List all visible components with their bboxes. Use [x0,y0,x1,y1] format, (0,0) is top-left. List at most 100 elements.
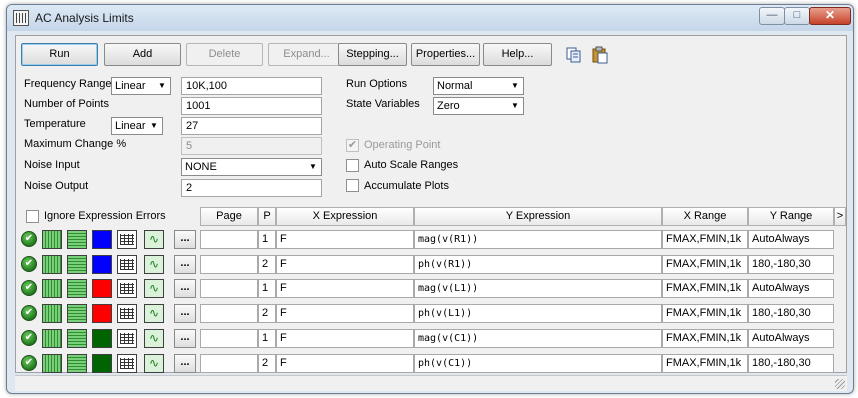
col-header-page[interactable]: Page [200,207,258,226]
plot-grid-horizontal-icon[interactable] [67,254,87,274]
maximum-change-input[interactable]: 5 [181,137,322,155]
p-cell[interactable]: 2 [258,353,276,373]
page-cell[interactable] [200,279,258,299]
page-cell[interactable] [200,254,258,274]
numeric-table-icon[interactable] [117,254,137,274]
curve-color-swatch[interactable] [92,328,112,348]
y-expression-cell[interactable]: ph(v(L1)) [414,304,662,324]
col-header-x-expression[interactable]: X Expression [276,207,414,226]
add-button[interactable]: Add [104,43,181,66]
x-range-cell[interactable]: FMAX,FMIN,1k [662,304,748,324]
close-button[interactable]: ✕ [809,7,851,25]
enabled-check-icon[interactable]: ✔ [21,280,37,297]
stepping-button[interactable]: Stepping... [338,43,407,66]
row-options-button[interactable]: ... [174,254,196,274]
noise-input-select[interactable]: NONE ▼ [181,158,322,176]
col-header-p[interactable]: P [258,207,276,226]
plot-grid-horizontal-icon[interactable] [67,230,87,249]
title-bar[interactable]: AC Analysis Limits — □ ✕ [7,5,853,31]
enabled-check-icon[interactable]: ✔ [21,354,37,371]
curve-color-swatch[interactable] [92,230,112,249]
number-of-points-input[interactable]: 1001 [181,97,322,115]
p-cell[interactable]: 2 [258,254,276,274]
paste-icon[interactable] [590,45,608,64]
properties-button[interactable]: Properties... [411,43,480,66]
x-range-cell[interactable]: FMAX,FMIN,1k [662,279,748,299]
waveform-icon[interactable]: ∿ [144,304,164,324]
y-range-cell[interactable]: 180,-180,30 [748,353,834,373]
minimize-button[interactable]: — [759,7,785,25]
y-expression-cell[interactable]: mag(v(L1)) [414,279,662,299]
plot-grid-vertical-icon[interactable] [42,279,62,299]
plot-grid-vertical-icon[interactable] [42,254,62,274]
scroll-columns-button[interactable]: > [834,207,846,226]
x-range-cell[interactable]: FMAX,FMIN,1k [662,254,748,274]
y-range-cell[interactable]: 180,-180,30 [748,254,834,274]
y-expression-cell[interactable]: mag(v(C1)) [414,328,662,348]
y-range-cell[interactable]: AutoAlways [748,279,834,299]
p-cell[interactable]: 1 [258,328,276,348]
numeric-table-icon[interactable] [117,328,137,348]
x-expression-cell[interactable]: F [276,254,414,274]
p-cell[interactable]: 2 [258,304,276,324]
numeric-table-icon[interactable] [117,230,137,249]
p-cell[interactable]: 1 [258,230,276,249]
operating-point-checkbox[interactable]: ✔ [346,139,359,152]
temperature-input[interactable]: 27 [181,117,322,135]
enabled-check-icon[interactable]: ✔ [21,255,37,272]
waveform-icon[interactable]: ∿ [144,353,164,373]
curve-color-swatch[interactable] [92,353,112,373]
numeric-table-icon[interactable] [117,279,137,299]
plot-grid-vertical-icon[interactable] [42,353,62,373]
ignore-errors-checkbox[interactable] [26,210,39,223]
x-expression-cell[interactable]: F [276,279,414,299]
plot-grid-horizontal-icon[interactable] [67,328,87,348]
waveform-icon[interactable]: ∿ [144,254,164,274]
page-cell[interactable] [200,328,258,348]
plot-grid-horizontal-icon[interactable] [67,279,87,299]
y-expression-cell[interactable]: ph(v(C1)) [414,353,662,373]
x-range-cell[interactable]: FMAX,FMIN,1k [662,353,748,373]
y-range-cell[interactable]: 180,-180,30 [748,304,834,324]
resize-grip-icon[interactable] [835,379,845,389]
row-options-button[interactable]: ... [174,230,196,249]
numeric-table-icon[interactable] [117,304,137,324]
accumulate-plots-checkbox[interactable] [346,179,359,192]
auto-scale-ranges-checkbox[interactable] [346,159,359,172]
p-cell[interactable]: 1 [258,279,276,299]
y-expression-cell[interactable]: ph(v(R1)) [414,254,662,274]
help-button[interactable]: Help... [483,43,552,66]
curve-color-swatch[interactable] [92,304,112,324]
copy-icon[interactable] [564,45,582,63]
plot-grid-horizontal-icon[interactable] [67,353,87,373]
x-expression-cell[interactable]: F [276,328,414,348]
x-range-cell[interactable]: FMAX,FMIN,1k [662,328,748,348]
x-expression-cell[interactable]: F [276,304,414,324]
waveform-icon[interactable]: ∿ [144,230,164,249]
plot-grid-vertical-icon[interactable] [42,328,62,348]
col-header-x-range[interactable]: X Range [662,207,748,226]
row-options-button[interactable]: ... [174,304,196,324]
numeric-table-icon[interactable] [117,353,137,373]
plot-grid-vertical-icon[interactable] [42,230,62,249]
frequency-range-input[interactable]: 10K,100 [181,77,322,95]
col-header-y-expression[interactable]: Y Expression [414,207,662,226]
enabled-check-icon[interactable]: ✔ [21,231,37,247]
y-expression-cell[interactable]: mag(v(R1)) [414,230,662,249]
enabled-check-icon[interactable]: ✔ [21,305,37,322]
temperature-type-select[interactable]: Linear ▼ [111,117,163,135]
expand-button[interactable]: Expand... [268,43,345,66]
noise-output-input[interactable]: 2 [181,179,322,197]
plot-grid-vertical-icon[interactable] [42,304,62,324]
delete-button[interactable]: Delete [186,43,263,66]
run-button[interactable]: Run [21,43,98,66]
row-options-button[interactable]: ... [174,328,196,348]
page-cell[interactable] [200,304,258,324]
curve-color-swatch[interactable] [92,254,112,274]
frequency-range-type-select[interactable]: Linear ▼ [111,77,171,95]
page-cell[interactable] [200,353,258,373]
curve-color-swatch[interactable] [92,279,112,299]
y-range-cell[interactable]: AutoAlways [748,230,834,249]
waveform-icon[interactable]: ∿ [144,328,164,348]
y-range-cell[interactable]: AutoAlways [748,328,834,348]
